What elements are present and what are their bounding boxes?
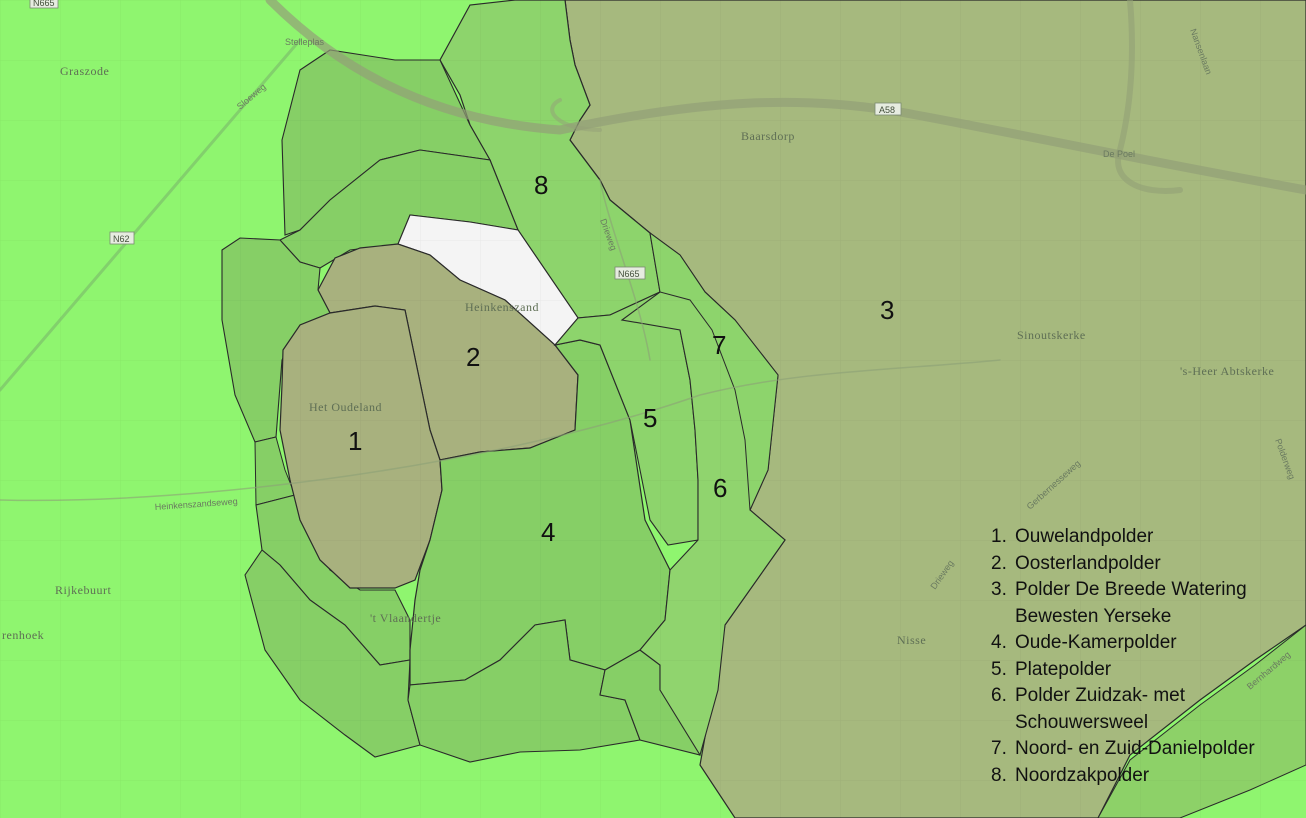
polder-legend: 1. Ouwelandpolder 2. Oosterlandpolder 3. Po…	[991, 524, 1255, 789]
graszode-label: Graszode	[60, 64, 109, 78]
legend-index: 4.	[991, 632, 1007, 653]
svg-text:N665: N665	[33, 0, 55, 8]
svg-text:N665: N665	[618, 269, 640, 279]
baarsdorp-label: Baarsdorp	[741, 129, 795, 143]
legend-index: 5.	[991, 658, 1007, 680]
polder-1-number: 1	[348, 426, 362, 456]
polder-2-number: 2	[466, 342, 480, 372]
legend-item: 1. Ouwelandpolder	[991, 524, 1255, 551]
polder-4-number: 4	[541, 517, 555, 547]
nisse-label: Nisse	[897, 633, 926, 647]
legend-item: 3. Polder De Breede Watering Bewesten Yer…	[991, 577, 1255, 630]
polder-8-number: 8	[534, 170, 548, 200]
sinoutskerke-label: Sinoutskerke	[1017, 328, 1086, 342]
legend-label: Ouwelandpolder	[1015, 526, 1154, 547]
legend-item: 8. Noordzakpolder	[991, 763, 1255, 790]
renhoek-label: renhoek	[2, 628, 44, 642]
legend-index: 2.	[991, 552, 1007, 574]
heer-abtskerke-label: 's-Heer Abtskerke	[1180, 364, 1274, 378]
n665-top-shield: N665	[29, 0, 59, 9]
legend-label: Noord- en Zuid-Danielpolder	[1015, 738, 1255, 759]
legend-label: Oosterlandpolder	[1015, 552, 1161, 574]
n62-shield: N62	[109, 231, 135, 245]
legend-item: 4. Oude-Kamerpolder	[991, 630, 1255, 657]
legend-index: 8.	[991, 764, 1007, 786]
heinkenszand-label: Heinkenszand	[465, 300, 539, 314]
stelleplas-label: Stelleplas	[285, 37, 325, 47]
de-poel-label: De Poel	[1103, 149, 1135, 159]
polder-6-number: 6	[713, 473, 727, 503]
polder-5-number: 5	[643, 403, 657, 433]
a58-shield: A58	[874, 102, 902, 116]
legend-index: 6.	[991, 685, 1007, 706]
legend-label: Polder Zuidzak- met Schouwersweel	[1015, 685, 1186, 733]
legend-item: 6. Polder Zuidzak- met Schouwersweel	[991, 683, 1255, 736]
legend-index: 3.	[991, 579, 1007, 600]
polder-map[interactable]: N665 N62 A58 N665 Stelleplas Sloeweg De …	[0, 0, 1306, 818]
het-oudeland-label: Het Oudeland	[309, 400, 382, 414]
legend-label: Noordzakpolder	[1015, 764, 1150, 786]
polder-7-number: 7	[712, 330, 726, 360]
legend-label: Platepolder	[1015, 658, 1112, 680]
legend-index: 1.	[991, 526, 1007, 547]
svg-text:N62: N62	[113, 234, 130, 244]
vlaandertje-label: 't Vlaandertje	[370, 611, 441, 625]
rijkebuurt-label: Rijkebuurt	[55, 583, 111, 597]
polder-3-number: 3	[880, 295, 894, 325]
n665-shield: N665	[614, 266, 646, 280]
legend-label: Polder De Breede Watering Bewesten Yerse…	[1015, 579, 1247, 627]
legend-label: Oude-Kamerpolder	[1015, 632, 1177, 653]
legend-item: 2. Oosterlandpolder	[991, 551, 1255, 578]
svg-text:A58: A58	[879, 105, 895, 115]
legend-item: 5. Platepolder	[991, 657, 1255, 684]
legend-index: 7.	[991, 738, 1007, 759]
legend-item: 7. Noord- en Zuid-Danielpolder	[991, 736, 1255, 763]
